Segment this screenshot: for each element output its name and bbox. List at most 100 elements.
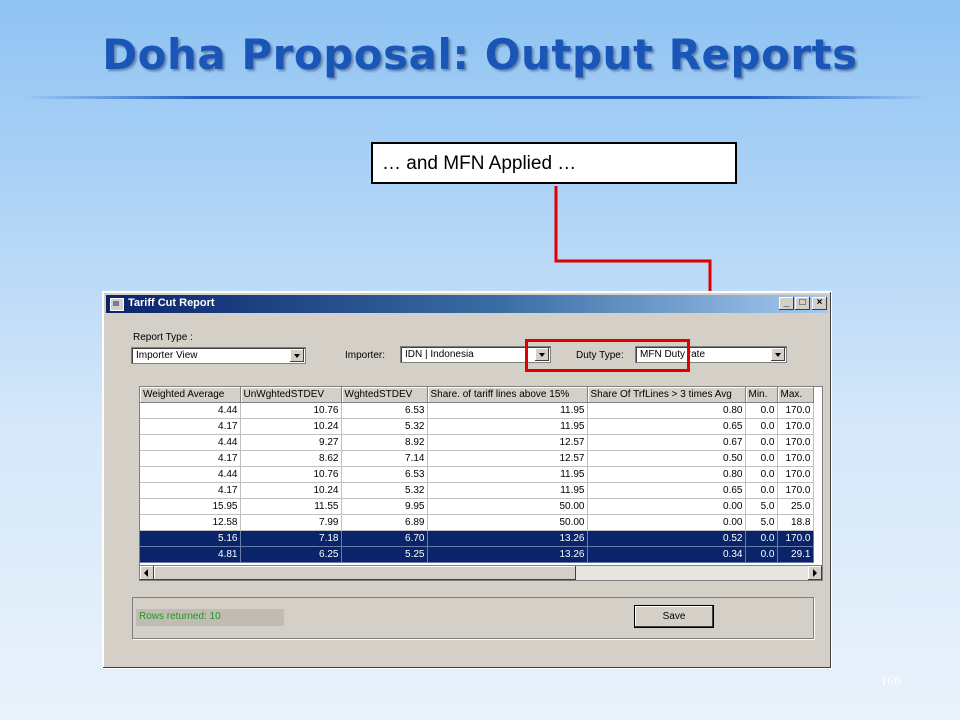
table-cell[interactable]: 0.80 — [587, 402, 746, 419]
scroll-right-icon[interactable] — [808, 566, 822, 580]
column-header[interactable]: UnWghtedSTDEV — [240, 387, 342, 403]
table-cell[interactable]: 170.0 — [777, 434, 814, 451]
table-cell[interactable]: 0.65 — [587, 418, 746, 435]
column-header[interactable]: Share Of TrfLines > 3 times Avg — [587, 387, 746, 403]
table-cell[interactable]: 0.0 — [745, 450, 778, 467]
table-cell[interactable]: 0.0 — [745, 402, 778, 419]
table-cell[interactable]: 0.0 — [745, 482, 778, 499]
column-header[interactable]: WghtedSTDEV — [341, 387, 428, 403]
table-cell[interactable]: 25.0 — [777, 498, 814, 515]
table-cell[interactable]: 5.16 — [140, 530, 241, 547]
table-cell[interactable]: 0.00 — [587, 498, 746, 515]
table-cell[interactable]: 4.17 — [140, 418, 241, 435]
save-button[interactable]: Save — [634, 605, 714, 628]
table-cell[interactable]: 6.53 — [341, 402, 428, 419]
table-cell[interactable]: 170.0 — [777, 530, 814, 547]
table-cell[interactable]: 5.32 — [341, 482, 428, 499]
table-row[interactable]: 4.81 6.25 5.25 13.26 0.34 0.0 29.1 — [140, 546, 814, 563]
table-cell[interactable]: 12.58 — [140, 514, 241, 531]
table-row[interactable]: 12.58 7.99 6.89 50.00 0.00 5.0 18.8 — [140, 514, 814, 531]
table-cell[interactable]: 29.1 — [777, 546, 814, 563]
table-cell[interactable]: 7.99 — [240, 514, 342, 531]
table-cell[interactable]: 6.89 — [341, 514, 428, 531]
table-cell[interactable]: 4.44 — [140, 466, 241, 483]
table-cell[interactable]: 18.8 — [777, 514, 814, 531]
table-cell[interactable]: 13.26 — [427, 530, 588, 547]
table-cell[interactable]: 5.32 — [341, 418, 428, 435]
table-cell[interactable]: 12.57 — [427, 434, 588, 451]
chevron-down-icon[interactable] — [771, 348, 785, 361]
table-cell[interactable]: 13.26 — [427, 546, 588, 563]
column-header[interactable]: Max. — [777, 387, 814, 403]
minimize-button[interactable]: _ — [779, 297, 794, 310]
column-header[interactable]: Weighted Average — [140, 387, 241, 403]
table-cell[interactable]: 0.0 — [745, 546, 778, 563]
table-cell[interactable]: 15.95 — [140, 498, 241, 515]
report-type-select[interactable]: Importer View — [131, 347, 306, 364]
maximize-button[interactable]: □ — [795, 297, 810, 310]
table-cell[interactable]: 0.34 — [587, 546, 746, 563]
table-cell[interactable]: 5.0 — [745, 514, 778, 531]
table-row[interactable]: 5.16 7.18 6.70 13.26 0.52 0.0 170.0 — [140, 530, 814, 547]
scroll-left-icon[interactable] — [140, 566, 154, 580]
table-cell[interactable]: 4.81 — [140, 546, 241, 563]
table-cell[interactable]: 8.62 — [240, 450, 342, 467]
table-row[interactable]: 4.17 10.24 5.32 11.95 0.65 0.0 170.0 — [140, 418, 814, 435]
table-cell[interactable]: 170.0 — [777, 418, 814, 435]
table-row[interactable]: 15.95 11.55 9.95 50.00 0.00 5.0 25.0 — [140, 498, 814, 515]
table-cell[interactable]: 170.0 — [777, 402, 814, 419]
scrollbar-thumb[interactable] — [154, 566, 576, 580]
table-cell[interactable]: 4.44 — [140, 402, 241, 419]
table-cell[interactable]: 0.65 — [587, 482, 746, 499]
table-cell[interactable]: 0.0 — [745, 530, 778, 547]
close-button[interactable]: × — [812, 297, 827, 310]
table-cell[interactable]: 11.95 — [427, 466, 588, 483]
table-cell[interactable]: 170.0 — [777, 466, 814, 483]
table-cell[interactable]: 5.0 — [745, 498, 778, 515]
table-cell[interactable]: 50.00 — [427, 514, 588, 531]
table-cell[interactable]: 0.0 — [745, 434, 778, 451]
table-row[interactable]: 4.44 10.76 6.53 11.95 0.80 0.0 170.0 — [140, 466, 814, 483]
window-titlebar[interactable]: Tariff Cut Report _ □ × — [106, 295, 828, 313]
table-cell[interactable]: 10.76 — [240, 402, 342, 419]
table-cell[interactable]: 6.70 — [341, 530, 428, 547]
table-cell[interactable]: 11.95 — [427, 482, 588, 499]
table-cell[interactable]: 0.0 — [745, 466, 778, 483]
table-cell[interactable]: 5.25 — [341, 546, 428, 563]
table-cell[interactable]: 10.24 — [240, 418, 342, 435]
table-cell[interactable]: 11.95 — [427, 402, 588, 419]
table-cell[interactable]: 4.44 — [140, 434, 241, 451]
table-cell[interactable]: 6.25 — [240, 546, 342, 563]
table-cell[interactable]: 8.92 — [341, 434, 428, 451]
table-cell[interactable]: 6.53 — [341, 466, 428, 483]
table-cell[interactable]: 7.14 — [341, 450, 428, 467]
table-cell[interactable]: 4.17 — [140, 482, 241, 499]
table-row[interactable]: 4.44 10.76 6.53 11.95 0.80 0.0 170.0 — [140, 402, 814, 419]
table-cell[interactable]: 11.55 — [240, 498, 342, 515]
column-header[interactable]: Share. of tariff lines above 15% — [427, 387, 588, 403]
table-row[interactable]: 4.17 10.24 5.32 11.95 0.65 0.0 170.0 — [140, 482, 814, 499]
chevron-down-icon[interactable] — [290, 349, 304, 362]
table-row[interactable]: 4.44 9.27 8.92 12.57 0.67 0.0 170.0 — [140, 434, 814, 451]
table-cell[interactable]: 0.80 — [587, 466, 746, 483]
table-cell[interactable]: 170.0 — [777, 450, 814, 467]
table-cell[interactable]: 0.67 — [587, 434, 746, 451]
table-cell[interactable]: 9.27 — [240, 434, 342, 451]
table-cell[interactable]: 170.0 — [777, 482, 814, 499]
table-cell[interactable]: 7.18 — [240, 530, 342, 547]
column-header[interactable]: Min. — [745, 387, 778, 403]
table-cell[interactable]: 4.17 — [140, 450, 241, 467]
table-cell[interactable]: 10.76 — [240, 466, 342, 483]
table-row[interactable]: 4.17 8.62 7.14 12.57 0.50 0.0 170.0 — [140, 450, 814, 467]
table-cell[interactable]: 0.52 — [587, 530, 746, 547]
table-cell[interactable]: 0.00 — [587, 514, 746, 531]
horizontal-scrollbar[interactable] — [139, 565, 823, 581]
table-cell[interactable]: 0.50 — [587, 450, 746, 467]
table-cell[interactable]: 12.57 — [427, 450, 588, 467]
table-cell[interactable]: 11.95 — [427, 418, 588, 435]
table-cell[interactable]: 0.0 — [745, 418, 778, 435]
table-cell[interactable]: 10.24 — [240, 482, 342, 499]
table-cell[interactable]: 9.95 — [341, 498, 428, 515]
report-grid[interactable]: Weighted Average UnWghtedSTDEV WghtedSTDEV… — [139, 386, 823, 581]
table-cell[interactable]: 50.00 — [427, 498, 588, 515]
